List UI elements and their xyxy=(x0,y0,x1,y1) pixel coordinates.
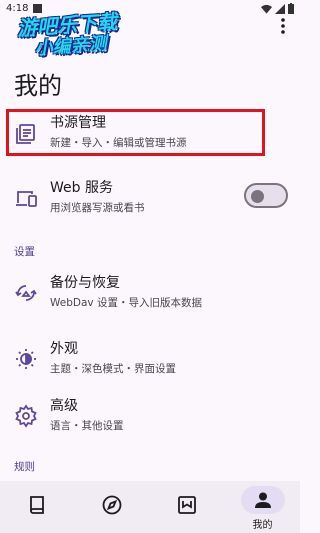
nav-mine[interactable]: 我的 xyxy=(225,481,300,533)
bottom-navigation: 我的 xyxy=(0,481,300,533)
highlight-box xyxy=(6,109,265,156)
advanced-subtitle: 语言・其他设置 xyxy=(50,420,124,432)
nav-discover[interactable] xyxy=(75,481,150,533)
appearance-title: 外观 xyxy=(50,341,78,357)
rss-box-icon xyxy=(176,494,198,516)
nav-rss[interactable] xyxy=(150,481,225,533)
appearance-subtitle: 主题・深色模式・界面设置 xyxy=(50,363,176,375)
nav-active-indicator xyxy=(241,486,285,514)
backup-subtitle: WebDav 设置・导入旧版本数据 xyxy=(50,297,202,309)
settings-item-advanced[interactable]: 高级 语言・其他设置 xyxy=(0,386,300,444)
web-service-toggle[interactable] xyxy=(244,183,288,208)
backup-restore-icon xyxy=(14,281,38,305)
devices-icon xyxy=(14,186,38,210)
compass-icon xyxy=(101,494,123,516)
watermark-line2: 小编亲测 xyxy=(33,33,108,60)
nav-bookshelf[interactable] xyxy=(0,481,75,533)
advanced-title: 高级 xyxy=(50,398,78,414)
backup-title: 备份与恢复 xyxy=(50,275,120,291)
nav-mine-label: 我的 xyxy=(252,520,273,531)
settings-item-appearance[interactable]: 外观 主题・深色模式・界面设置 xyxy=(0,329,300,387)
person-icon xyxy=(252,489,274,511)
section-rules-label: 规则 xyxy=(14,461,35,473)
gear-icon xyxy=(14,404,38,428)
section-settings-label: 设置 xyxy=(14,246,35,258)
book-icon xyxy=(26,494,48,516)
web-service-title: Web 服务 xyxy=(50,180,113,196)
notification-icon xyxy=(33,4,42,13)
battery-icon xyxy=(288,3,294,14)
web-service-subtitle: 用浏览器写源或看书 xyxy=(50,202,145,214)
brightness-icon xyxy=(14,347,38,371)
toggle-knob xyxy=(251,189,264,203)
settings-item-backup[interactable]: 备份与恢复 WebDav 设置・导入旧版本数据 xyxy=(0,263,300,321)
status-time: 4:18 xyxy=(6,3,29,14)
page-title: 我的 xyxy=(14,72,62,100)
more-vert-icon[interactable] xyxy=(276,16,290,36)
wifi-icon xyxy=(261,4,272,14)
signal-icon xyxy=(275,3,285,14)
watermark-logo: 游吧乐下载 小编亲测 xyxy=(16,10,149,69)
